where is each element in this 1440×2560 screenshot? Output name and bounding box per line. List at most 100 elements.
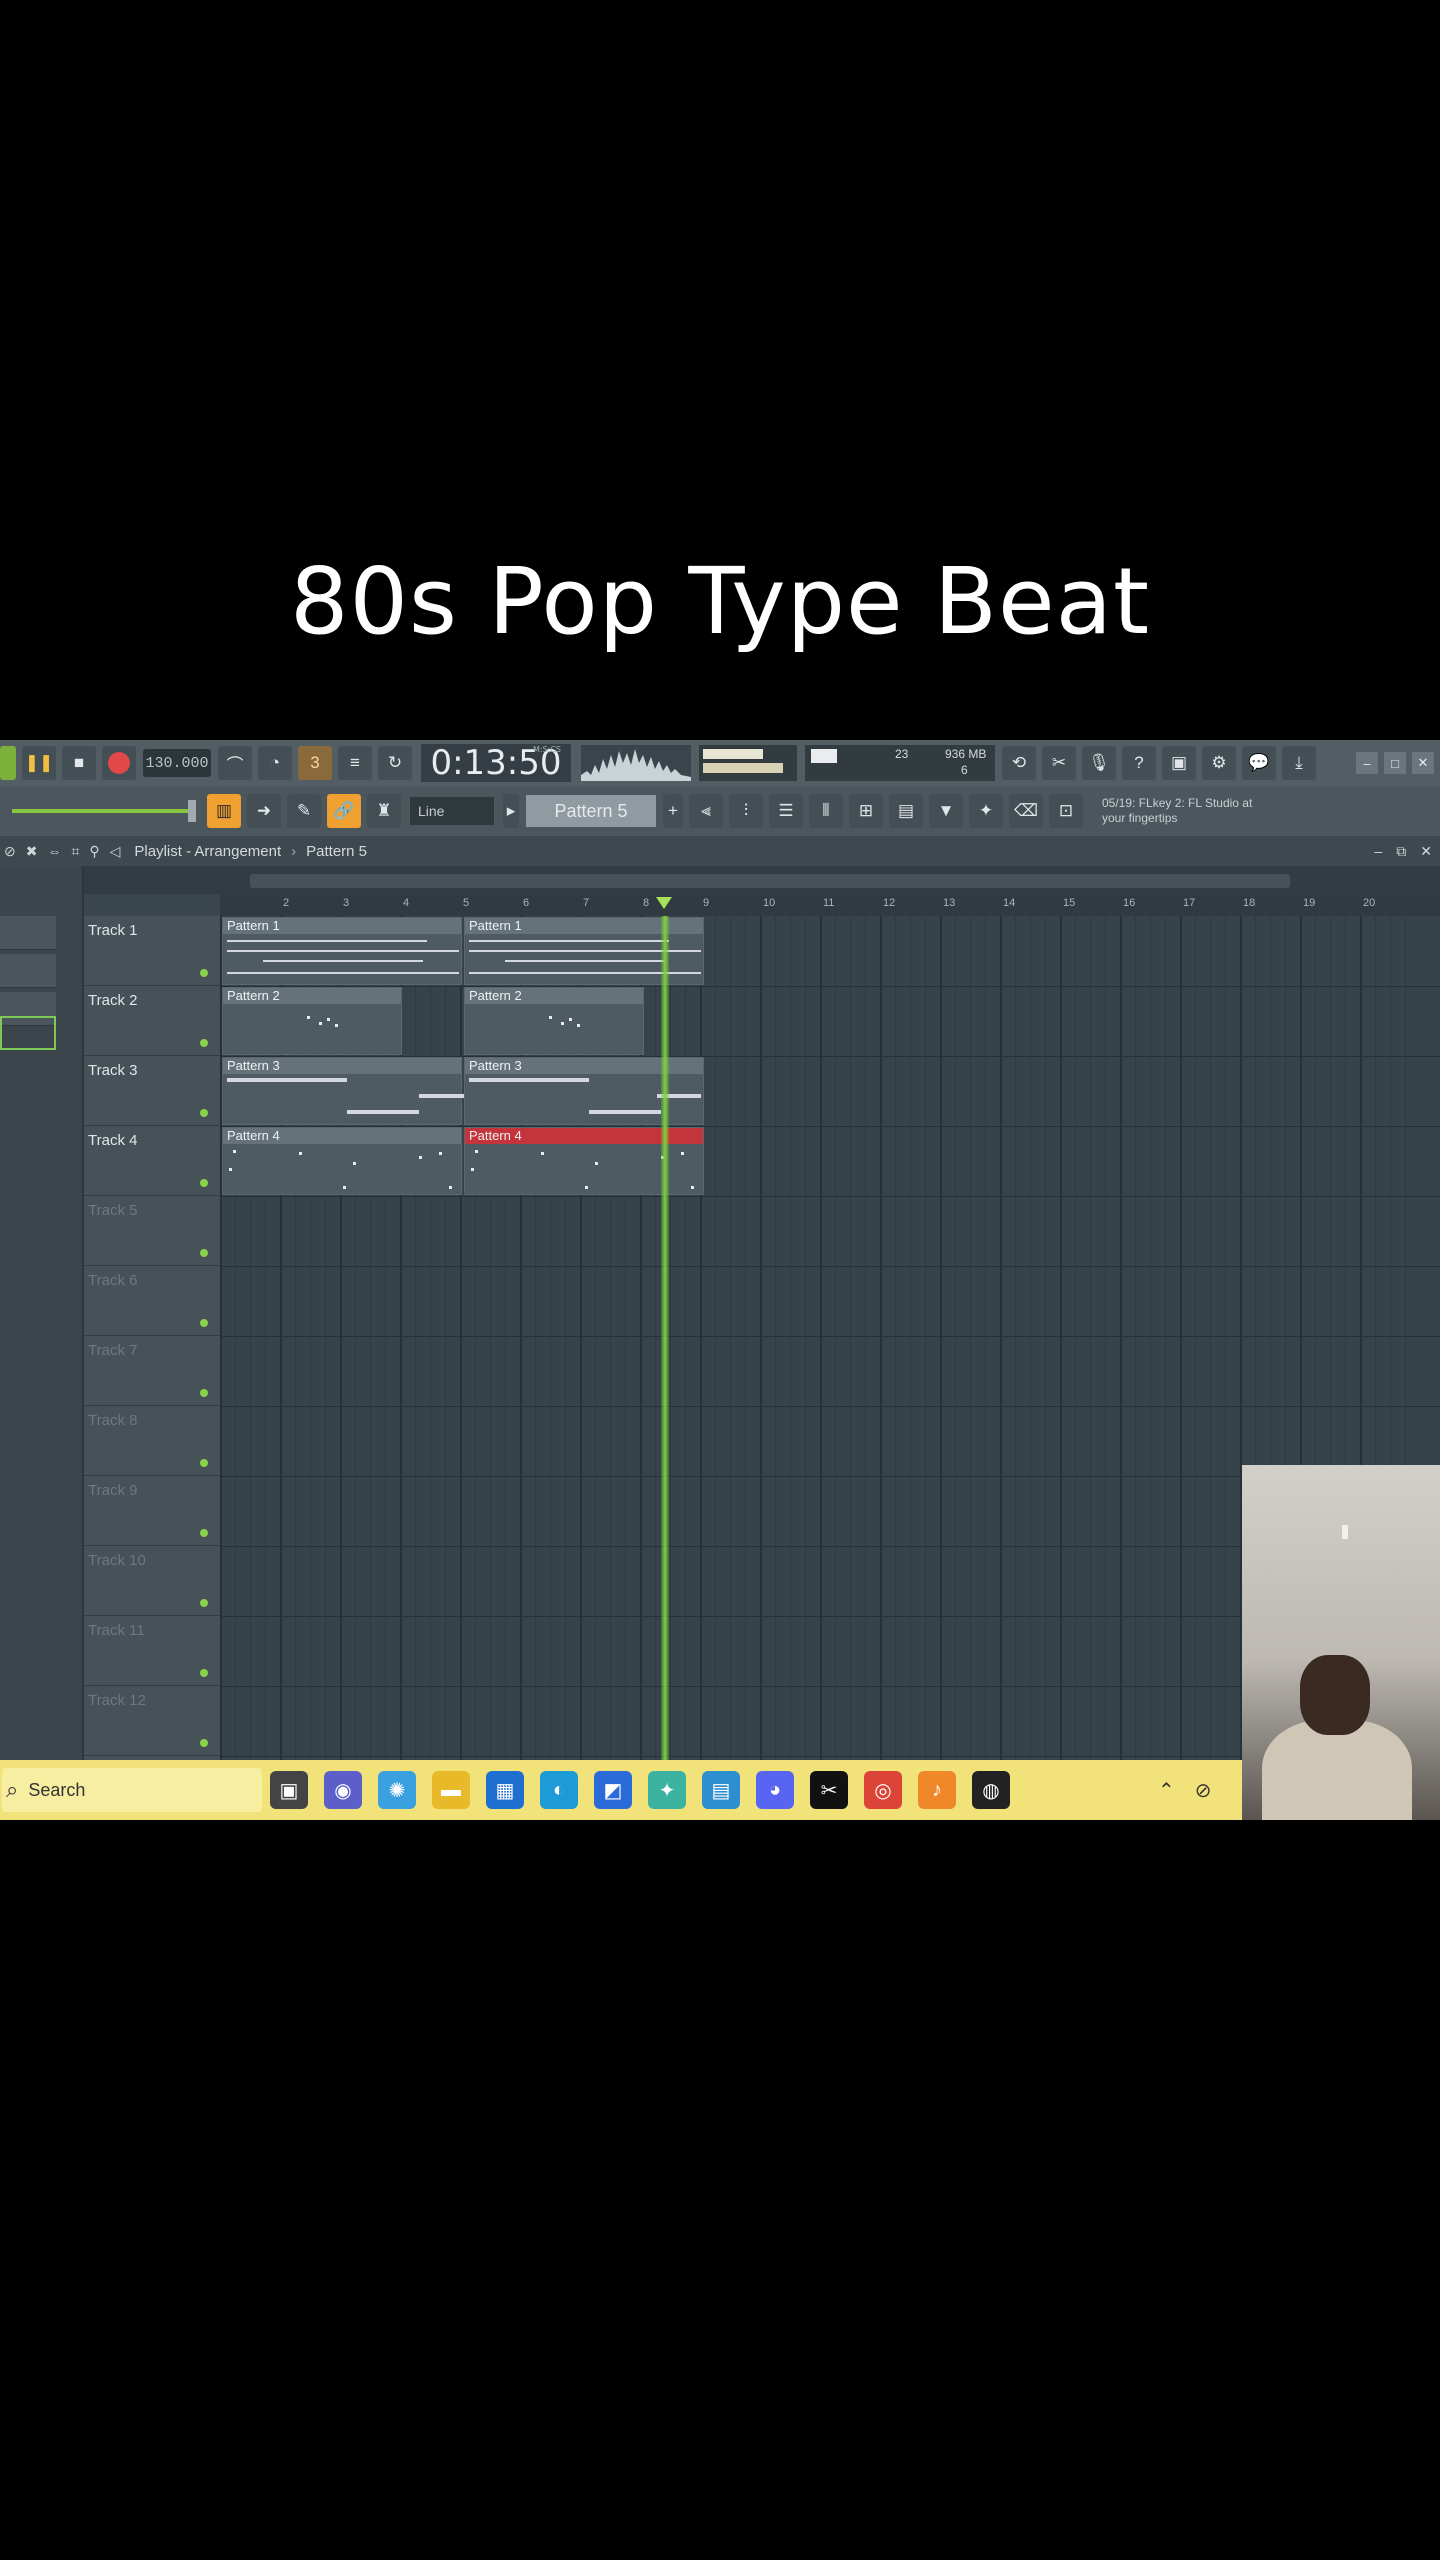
piano-roll-window-icon[interactable]: ⫶ [729, 794, 763, 828]
track-header[interactable]: Track 12 [84, 1686, 220, 1756]
tempo-display[interactable]: 130.000 [143, 749, 211, 777]
track-enable-led[interactable] [200, 1529, 208, 1537]
playlist-minimize-icon[interactable]: – [1374, 843, 1382, 860]
channel-rack-icon[interactable]: ☰ [769, 794, 803, 828]
cut-icon[interactable]: ✂ [1042, 746, 1076, 780]
pattern-clip[interactable]: Pattern 2 [222, 987, 402, 1055]
browser-icon[interactable]: ⊞ [849, 794, 883, 828]
wait-input-icon[interactable]: ◔ [258, 746, 292, 780]
track-header[interactable]: Track 11 [84, 1616, 220, 1686]
pattern-prev-icon[interactable]: ▸ [503, 794, 519, 828]
file-explorer-icon[interactable]: ▬ [432, 1771, 470, 1809]
track-enable-led[interactable] [200, 1319, 208, 1327]
loop-record-icon[interactable]: ↻ [378, 746, 412, 780]
capcut-icon[interactable]: ✂ [810, 1771, 848, 1809]
playback-tool-icon[interactable]: ◁ [110, 843, 121, 860]
track-header[interactable]: Track 9 [84, 1476, 220, 1546]
copilot-pro-icon[interactable]: ✦ [648, 1771, 686, 1809]
playlist-close-icon[interactable]: ✕ [1420, 843, 1432, 860]
photo-editor-icon[interactable]: ◩ [594, 1771, 632, 1809]
bell-icon[interactable]: ♜ [367, 794, 401, 828]
track-enable-led[interactable] [200, 1669, 208, 1677]
track-enable-led[interactable] [200, 1109, 208, 1117]
file-icon[interactable]: ▤ [889, 794, 923, 828]
master-volume-slider[interactable] [12, 800, 196, 822]
pattern-clip[interactable]: Pattern 3 [222, 1057, 465, 1125]
save-icon[interactable]: ▣ [1162, 746, 1196, 780]
arrow-icon[interactable]: ➜ [247, 794, 281, 828]
pattern-clip[interactable]: Pattern 1 [222, 917, 462, 985]
song-time-display[interactable]: 0:13:50 M:S:CS [421, 743, 571, 783]
teams-icon[interactable]: ◉ [324, 1771, 362, 1809]
minimize-icon[interactable]: – [1356, 752, 1378, 774]
help-icon[interactable]: ? [1122, 746, 1156, 780]
track-header[interactable]: Track 5 [84, 1196, 220, 1266]
track-enable-led[interactable] [200, 1599, 208, 1607]
picker-item[interactable] [0, 916, 56, 950]
zoom-tool-icon[interactable]: ⚲ [89, 843, 99, 860]
pattern-selector[interactable]: Pattern 5 [526, 795, 656, 827]
link-icon[interactable]: 🔗 [327, 794, 361, 828]
track-enable-led[interactable] [200, 1039, 208, 1047]
track-header[interactable]: Track 8 [84, 1406, 220, 1476]
snap-select[interactable]: Line [410, 797, 494, 825]
horizontal-scrollbar[interactable] [84, 866, 1440, 894]
playhead-marker[interactable] [656, 897, 672, 909]
timeline-ruler[interactable]: 2 3 4 5 6 7 8 9 10 11 12 13 14 15 16 17 … [220, 894, 1440, 916]
task-view-icon[interactable]: ▣ [270, 1771, 308, 1809]
track-enable-led[interactable] [200, 1179, 208, 1187]
undo-icon[interactable]: ⟲ [1002, 746, 1036, 780]
track-enable-led[interactable] [200, 1249, 208, 1257]
track-header[interactable]: Track 10 [84, 1546, 220, 1616]
edge-icon[interactable]: ◐ [540, 1771, 578, 1809]
download-icon[interactable]: ⤓ [1282, 746, 1316, 780]
pattern-clip[interactable]: Pattern 4 [222, 1127, 462, 1195]
chat-icon[interactable]: 💬 [1242, 746, 1276, 780]
discord-icon[interactable]: ◕ [756, 1771, 794, 1809]
track-header[interactable]: Track 3 [84, 1056, 220, 1126]
step-edit-icon[interactable]: ≡ [338, 746, 372, 780]
draw-tool-icon[interactable]: ⊘ [4, 843, 16, 860]
countdown-icon[interactable]: 3 [298, 746, 332, 780]
network-icon[interactable]: ⊘ [1195, 1778, 1212, 1803]
mic-icon[interactable]: 🎙 [1082, 746, 1116, 780]
playlist-icon[interactable]: ⫷ [689, 794, 723, 828]
obs-icon[interactable]: ◍ [972, 1771, 1010, 1809]
eraser-icon[interactable]: ⌫ [1009, 794, 1043, 828]
track-enable-led[interactable] [200, 1739, 208, 1747]
picker-item[interactable] [0, 954, 56, 988]
tools-icon[interactable]: ✦ [969, 794, 1003, 828]
pattern-clip[interactable]: Pattern 2 [464, 987, 644, 1055]
track-enable-led[interactable] [200, 969, 208, 977]
copilot-icon[interactable]: ✺ [378, 1771, 416, 1809]
cart-icon[interactable]: ⊡ [1049, 794, 1083, 828]
track-enable-led[interactable] [200, 1389, 208, 1397]
select-tool-icon[interactable]: ⌗ [71, 843, 79, 860]
metronome-icon[interactable]: ⌒ [218, 746, 252, 780]
slip-tool-icon[interactable]: ⇔ [47, 843, 61, 860]
playlist-restore-icon[interactable]: ⧉ [1396, 843, 1406, 860]
playlist-pattern-crumb[interactable]: Pattern 5 [306, 843, 367, 860]
add-pattern-icon[interactable]: + [663, 794, 683, 828]
picker-selected-item[interactable] [0, 1016, 56, 1050]
track-header[interactable]: Track 2 [84, 986, 220, 1056]
store-icon[interactable]: ▦ [486, 1771, 524, 1809]
tray-chevron-up-icon[interactable]: ⌃ [1158, 1778, 1175, 1803]
close-icon[interactable]: ✕ [1412, 752, 1434, 774]
track-header[interactable]: Track 6 [84, 1266, 220, 1336]
plugin-icon[interactable]: ⚙ [1202, 746, 1236, 780]
pencil-icon[interactable]: ✎ [287, 794, 321, 828]
piano-roll-icon[interactable]: ▥ [207, 794, 241, 828]
stop-button[interactable]: ■ [62, 746, 96, 780]
track-header[interactable]: Track 7 [84, 1336, 220, 1406]
maximize-icon[interactable]: □ [1384, 752, 1406, 774]
track-enable-led[interactable] [200, 1459, 208, 1467]
track-header[interactable]: Track 4 [84, 1126, 220, 1196]
fl-studio-icon[interactable]: ♪ [918, 1771, 956, 1809]
chrome-icon[interactable]: ◎ [864, 1771, 902, 1809]
record-button[interactable] [102, 746, 136, 780]
plugin-picker-icon[interactable]: ▼ [929, 794, 963, 828]
track-header[interactable]: Track 1 [84, 916, 220, 986]
mute-tool-icon[interactable]: ✖ [26, 843, 38, 860]
mixer-icon[interactable]: ⫴ [809, 794, 843, 828]
